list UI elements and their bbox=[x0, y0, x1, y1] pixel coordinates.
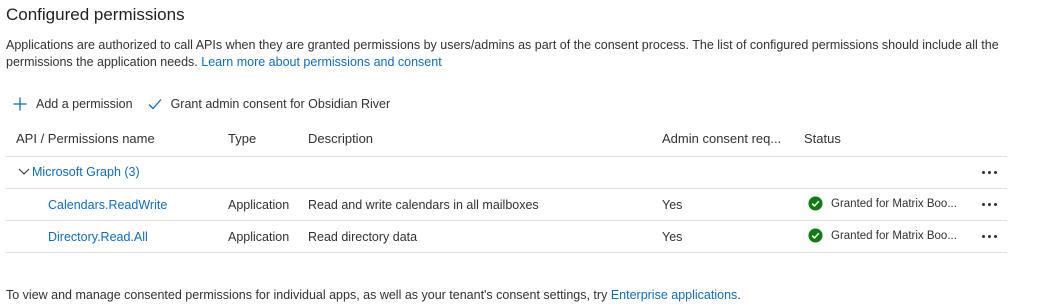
group-more-button[interactable] bbox=[978, 166, 1000, 178]
check-circle-icon bbox=[808, 228, 823, 243]
permission-type: Application bbox=[228, 230, 290, 244]
enterprise-applications-link[interactable]: Enterprise applications bbox=[611, 288, 737, 302]
more-ellipsis-icon bbox=[981, 234, 985, 238]
more-ellipsis-icon bbox=[981, 170, 985, 174]
column-header-status[interactable]: Status bbox=[804, 131, 841, 146]
learn-more-link[interactable]: Learn more about permissions and consent bbox=[201, 55, 441, 69]
column-header-admin-consent[interactable]: Admin consent req... bbox=[662, 131, 781, 146]
header-divider bbox=[6, 156, 1007, 157]
status-text: Granted for Matrix Boo... bbox=[831, 197, 957, 210]
plus-icon bbox=[13, 97, 27, 111]
grant-admin-consent-button[interactable]: Grant admin consent for Obsidian River bbox=[147, 96, 391, 112]
permission-name-link[interactable]: Calendars.ReadWrite bbox=[48, 198, 167, 212]
permission-name-link[interactable]: Directory.Read.All bbox=[48, 230, 148, 244]
group-label: Microsoft Graph (3) bbox=[32, 165, 140, 179]
permission-type: Application bbox=[228, 198, 290, 212]
more-ellipsis-icon bbox=[981, 202, 985, 206]
column-header-type[interactable]: Type bbox=[228, 131, 256, 146]
status-granted: Granted for Matrix Boo... bbox=[808, 228, 965, 243]
add-permission-label: Add a permission bbox=[36, 97, 133, 111]
section-description: Applications are authorized to call APIs… bbox=[6, 37, 1006, 71]
permission-description: Read and write calendars in all mailboxe… bbox=[308, 198, 539, 212]
grant-admin-consent-label: Grant admin consent for Obsidian River bbox=[170, 97, 391, 111]
row-more-button[interactable] bbox=[978, 230, 1000, 242]
status-text: Granted for Matrix Boo... bbox=[831, 229, 957, 242]
add-permission-button[interactable]: Add a permission bbox=[12, 96, 133, 112]
row-divider bbox=[6, 188, 1007, 189]
admin-consent-value: Yes bbox=[662, 230, 683, 244]
admin-consent-value: Yes bbox=[662, 198, 683, 212]
column-header-description[interactable]: Description bbox=[308, 131, 373, 146]
status-granted: Granted for Matrix Boo... bbox=[808, 196, 965, 211]
permission-description: Read directory data bbox=[308, 230, 418, 244]
row-divider bbox=[6, 252, 1007, 253]
row-more-button[interactable] bbox=[978, 198, 1000, 210]
footer-text: To view and manage consented permissions… bbox=[6, 288, 608, 302]
row-divider bbox=[6, 220, 1007, 221]
footer-note: To view and manage consented permissions… bbox=[6, 288, 741, 302]
page-title: Configured permissions bbox=[6, 5, 185, 24]
footer-suffix: . bbox=[737, 288, 741, 302]
toolbar: Add a permission Grant admin consent for… bbox=[12, 93, 404, 115]
checkmark-icon bbox=[148, 99, 162, 110]
column-header-name[interactable]: API / Permissions name bbox=[16, 131, 155, 146]
chevron-down-icon bbox=[18, 168, 30, 175]
check-circle-icon bbox=[808, 196, 823, 211]
description-text: Applications are authorized to call APIs… bbox=[6, 38, 999, 69]
group-microsoft-graph[interactable]: Microsoft Graph (3) bbox=[18, 165, 140, 179]
